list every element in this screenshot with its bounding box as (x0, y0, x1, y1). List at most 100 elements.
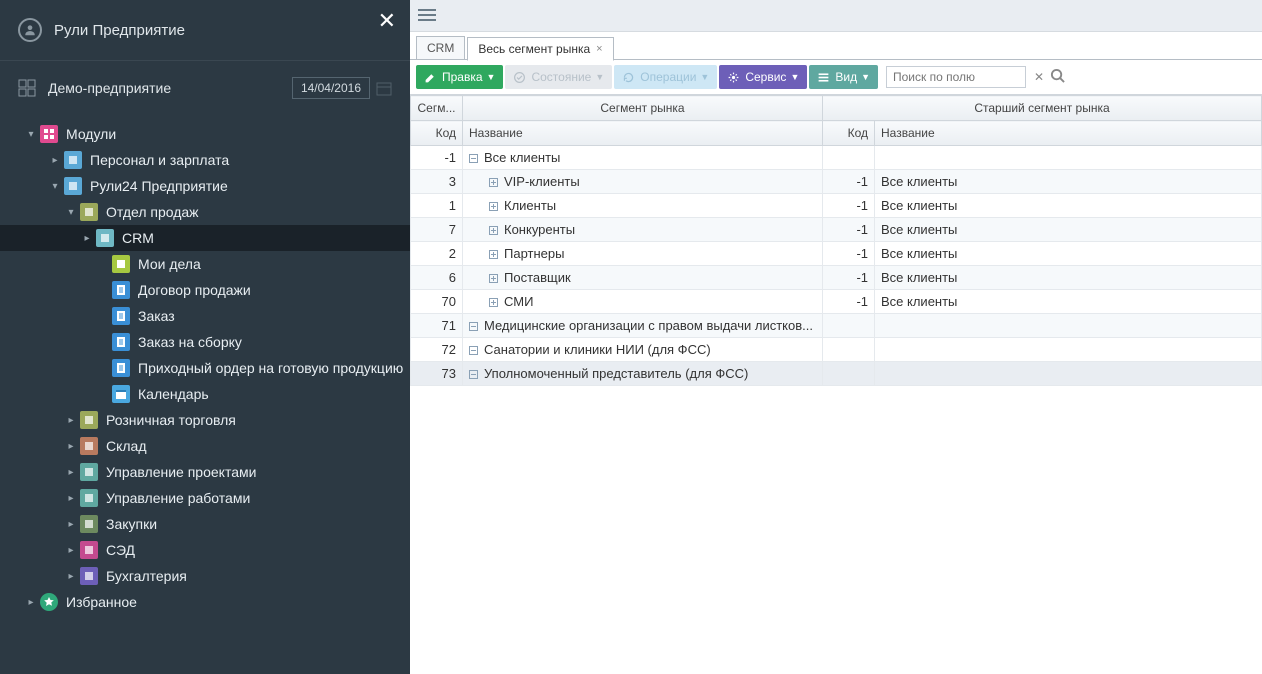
col-group-seg[interactable]: Сегм... (411, 96, 463, 121)
chevron-right-icon[interactable]: ▸ (66, 571, 76, 582)
edit-button[interactable]: Правка▼ (416, 65, 503, 89)
search-icon[interactable] (1050, 68, 1065, 86)
tree-modules[interactable]: ▾ Модули (0, 121, 410, 147)
chevron-right-icon[interactable]: ▸ (26, 597, 36, 608)
tree-item[interactable]: Заказ (0, 303, 410, 329)
table-row[interactable]: 1Клиенты-1Все клиенты (411, 194, 1262, 218)
table-row[interactable]: 70СМИ-1Все клиенты (411, 290, 1262, 314)
table-row[interactable]: -1Все клиенты (411, 146, 1262, 170)
col-pcode[interactable]: Код (823, 121, 875, 146)
tree-item[interactable]: ▸CRM (0, 225, 410, 251)
col-group-segment[interactable]: Сегмент рынка (463, 96, 823, 121)
tree-item[interactable]: ▸ СЭД (0, 537, 410, 563)
cell-pcode (823, 338, 875, 362)
grid-icon (18, 79, 36, 97)
hamburger-icon[interactable] (418, 9, 436, 23)
cell-name: Поставщик (463, 266, 823, 290)
chevron-right-icon[interactable]: ▸ (66, 493, 76, 504)
tab[interactable]: CRM (416, 36, 465, 60)
tree-item[interactable]: ▾Отдел продаж (0, 199, 410, 225)
collapse-icon[interactable] (469, 322, 478, 331)
col-pname[interactable]: Название (875, 121, 1262, 146)
tree-item[interactable]: Приходный ордер на готовую продукцию (0, 355, 410, 381)
company-row: Демо-предприятие 14/04/2016 (0, 61, 410, 115)
service-button[interactable]: Сервис▼ (719, 65, 807, 89)
table-row[interactable]: 72Санатории и клиники НИИ (для ФСС) (411, 338, 1262, 362)
table-row[interactable]: 3VIP-клиенты-1Все клиенты (411, 170, 1262, 194)
tree-item[interactable]: ▾ Рули24 Предприятие (0, 173, 410, 199)
tree-label: Заказ на сборку (138, 334, 242, 350)
expand-icon[interactable] (489, 250, 498, 259)
sidebar: ✕ Рули Предприятие Демо-предприятие 14/0… (0, 0, 410, 674)
chevron-down-icon[interactable]: ▾ (50, 181, 60, 192)
tree-item[interactable]: Договор продажи (0, 277, 410, 303)
module-icon (80, 541, 98, 559)
tree-label: Розничная торговля (106, 412, 236, 428)
close-icon[interactable]: ✕ (378, 8, 396, 34)
expand-icon[interactable] (489, 274, 498, 283)
state-button[interactable]: Состояние▼ (505, 65, 612, 89)
close-tab-icon[interactable]: × (596, 43, 602, 55)
chevron-right-icon[interactable]: ▸ (66, 519, 76, 530)
tree-item[interactable]: ▸Склад (0, 433, 410, 459)
cell-code: 71 (411, 314, 463, 338)
col-group-parent[interactable]: Старший сегмент рынка (823, 96, 1262, 121)
chevron-right-icon[interactable]: ▸ (66, 415, 76, 426)
tab[interactable]: Весь сегмент рынка × (467, 37, 613, 61)
tree-item[interactable]: ▸ Закупки (0, 511, 410, 537)
avatar-icon[interactable] (18, 18, 42, 42)
expand-icon[interactable] (489, 226, 498, 235)
cell-pcode: -1 (823, 218, 875, 242)
tree-item[interactable]: ▸Управление проектами (0, 459, 410, 485)
cell-pname: Все клиенты (875, 290, 1262, 314)
tree-label: Закупки (106, 516, 157, 532)
tree-item[interactable]: ▸Управление работами (0, 485, 410, 511)
col-name[interactable]: Название (463, 121, 823, 146)
tree-item[interactable]: ▸ Розничная торговля (0, 407, 410, 433)
cell-name: Клиенты (463, 194, 823, 218)
expand-icon[interactable] (489, 202, 498, 211)
table-row[interactable]: 7Конкуренты-1Все клиенты (411, 218, 1262, 242)
operations-button[interactable]: Операции▼ (614, 65, 717, 89)
chevron-right-icon[interactable]: ▸ (82, 233, 92, 244)
tree-label: Рули24 Предприятие (90, 178, 228, 194)
tree-label: СЭД (106, 542, 135, 558)
col-code[interactable]: Код (411, 121, 463, 146)
expand-icon[interactable] (489, 178, 498, 187)
tab-label: Весь сегмент рынка (478, 42, 590, 56)
chevron-right-icon[interactable]: ▸ (66, 467, 76, 478)
star-icon (40, 593, 58, 611)
table-row[interactable]: 2Партнеры-1Все клиенты (411, 242, 1262, 266)
cell-pname (875, 314, 1262, 338)
calendar-icon[interactable] (376, 80, 392, 96)
chevron-right-icon[interactable]: ▸ (66, 545, 76, 556)
tree-item[interactable]: ▸Бухгалтерия (0, 563, 410, 589)
tree-item[interactable]: Заказ на сборку (0, 329, 410, 355)
table-row[interactable]: 73Уполномоченный представитель (для ФСС) (411, 362, 1262, 386)
search-input[interactable] (886, 66, 1026, 88)
module-icon (112, 385, 130, 403)
view-button[interactable]: Вид▼ (809, 65, 878, 89)
tree-item[interactable]: Календарь (0, 381, 410, 407)
chevron-down-icon[interactable]: ▾ (26, 129, 36, 140)
tree-label: Мои дела (138, 256, 201, 272)
modules-icon (40, 125, 58, 143)
button-label: Правка (442, 70, 483, 84)
date-field[interactable]: 14/04/2016 (292, 77, 370, 99)
chevron-down-icon[interactable]: ▾ (66, 207, 76, 218)
expand-icon[interactable] (489, 298, 498, 307)
cell-pcode (823, 362, 875, 386)
tree-item[interactable]: ▸Персонал и зарплата (0, 147, 410, 173)
tree-favorites[interactable]: ▸ Избранное (0, 589, 410, 615)
chevron-right-icon[interactable]: ▸ (50, 155, 60, 166)
collapse-icon[interactable] (469, 346, 478, 355)
cell-code: 7 (411, 218, 463, 242)
tree-item[interactable]: Мои дела (0, 251, 410, 277)
clear-search-icon[interactable]: ✕ (1034, 70, 1044, 84)
table-row[interactable]: 71Медицинские организации с правом выдач… (411, 314, 1262, 338)
cell-code: -1 (411, 146, 463, 170)
collapse-icon[interactable] (469, 370, 478, 379)
chevron-right-icon[interactable]: ▸ (66, 441, 76, 452)
table-row[interactable]: 6Поставщик-1Все клиенты (411, 266, 1262, 290)
collapse-icon[interactable] (469, 154, 478, 163)
